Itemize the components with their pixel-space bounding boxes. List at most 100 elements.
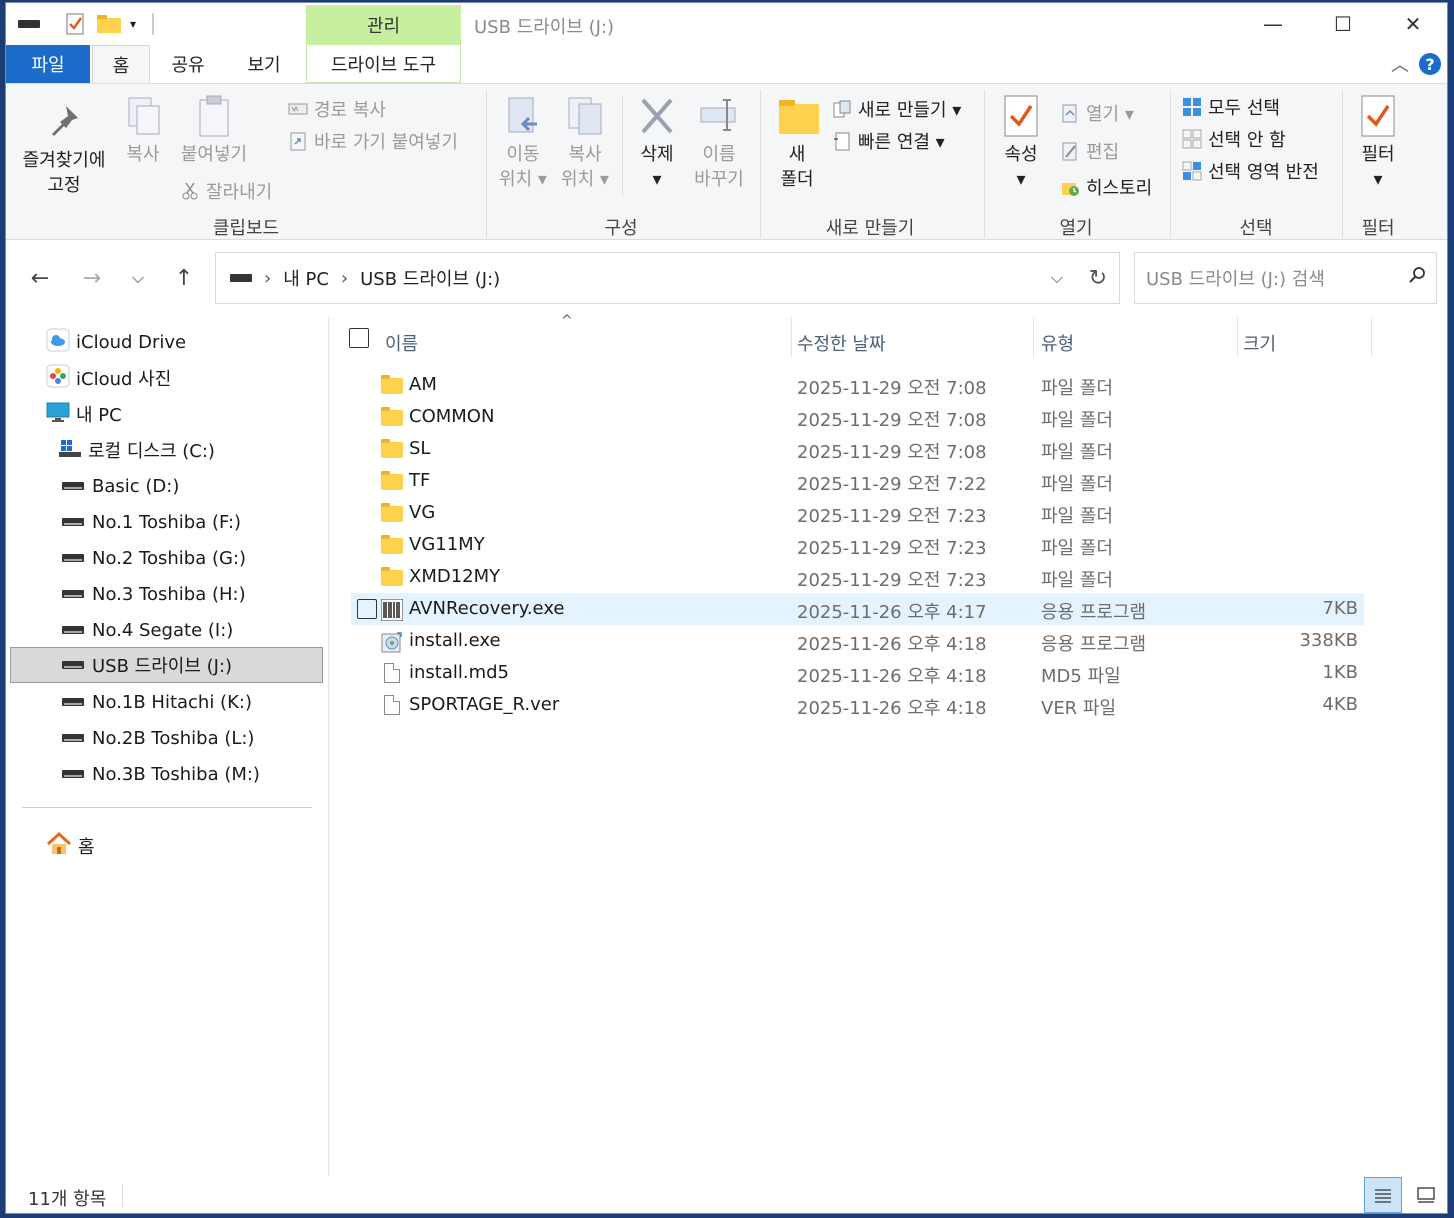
new-folder-icon	[777, 94, 819, 138]
new-folder-qat-icon[interactable]	[96, 13, 122, 35]
paste-shortcut-button[interactable]: 바로 가기 붙여넣기	[288, 128, 458, 154]
breadcrumb-separator-icon: ›	[340, 267, 349, 289]
search-box[interactable]: USB 드라이브 (J:) 검색	[1134, 252, 1437, 304]
select-all-checkbox[interactable]	[349, 328, 369, 348]
nav-drive-k[interactable]: No.1B Hitachi (K:)	[10, 684, 323, 720]
collapse-ribbon-icon[interactable]: ︿	[1391, 51, 1409, 77]
nav-label: No.1 Toshiba (F:)	[92, 511, 242, 533]
nav-drive-l[interactable]: No.2B Toshiba (L:)	[10, 720, 323, 756]
column-divider[interactable]	[1033, 317, 1034, 357]
file-type: 파일 폴더	[1041, 474, 1113, 495]
copy-path-icon	[288, 99, 308, 119]
nav-drive-d[interactable]: Basic (D:)	[10, 468, 323, 504]
move-to-button[interactable]: 이동 위치 ▾	[494, 94, 552, 192]
row-checkbox[interactable]	[357, 599, 377, 619]
tab-view[interactable]: 보기	[224, 45, 304, 83]
nav-drive-h[interactable]: No.3 Toshiba (H:)	[10, 576, 323, 612]
nav-drive-m[interactable]: No.3B Toshiba (M:)	[10, 756, 323, 792]
back-arrow-icon[interactable]: ←	[22, 263, 58, 293]
breadcrumb-this-pc[interactable]: 내 PC	[283, 265, 329, 291]
maximize-button[interactable]: ☐	[1308, 3, 1378, 45]
table-row[interactable]: install.exe 2025-11-26 오후 4:18 응용 프로그램 3…	[351, 625, 1364, 657]
column-header-type[interactable]: 유형	[1041, 325, 1074, 361]
paste-button[interactable]: 붙여넣기	[174, 94, 254, 167]
table-row[interactable]: XMD12MY 2025-11-29 오전 7:23 파일 폴더	[351, 561, 1364, 593]
file-date: 2025-11-26 오후 4:18	[797, 698, 987, 719]
nav-drive-f[interactable]: No.1 Toshiba (F:)	[10, 504, 323, 540]
easy-access-button[interactable]: 빠른 연결 ▾	[832, 128, 945, 154]
address-bar[interactable]: › 내 PC › USB 드라이브 (J:) ⌵ ↻	[215, 252, 1120, 304]
nav-drive-g[interactable]: No.2 Toshiba (G:)	[10, 540, 323, 576]
column-header-size[interactable]: 크기	[1243, 325, 1276, 361]
table-row[interactable]: SL 2025-11-29 오전 7:08 파일 폴더	[351, 433, 1364, 465]
breadcrumb-usb-drive[interactable]: USB 드라이브 (J:)	[360, 265, 500, 291]
scissors-icon	[180, 181, 200, 201]
rename-icon	[699, 94, 739, 138]
cut-button[interactable]: 잘라내기	[180, 178, 272, 204]
close-button[interactable]: ✕	[1378, 3, 1447, 45]
new-item-button[interactable]: 새로 만들기 ▾	[832, 96, 961, 122]
file-date: 2025-11-29 오전 7:23	[797, 538, 987, 559]
new-folder-button[interactable]: 새 폴더	[770, 94, 824, 192]
nav-label: Basic (D:)	[92, 475, 180, 497]
tab-drive-tools[interactable]: 드라이브 도구	[306, 45, 461, 83]
nav-drive-i[interactable]: No.4 Segate (I:)	[10, 612, 323, 648]
rename-button[interactable]: 이름 바꾸기	[690, 94, 748, 192]
large-icons-view-button[interactable]	[1408, 1177, 1444, 1213]
history-button[interactable]: 히스토리	[1060, 174, 1152, 200]
nav-icloud-drive[interactable]: iCloud Drive	[10, 324, 323, 360]
up-arrow-icon[interactable]: ↑	[166, 263, 202, 293]
table-row[interactable]: AM 2025-11-29 오전 7:08 파일 폴더	[351, 369, 1364, 401]
column-header-name[interactable]: 이름	[385, 325, 418, 361]
drive-icon	[62, 518, 84, 526]
nav-icloud-photos[interactable]: iCloud 사진	[10, 360, 323, 396]
nav-drive-j[interactable]: USB 드라이브 (J:)	[10, 647, 323, 683]
open-button[interactable]: 열기 ▾	[1060, 100, 1134, 126]
properties-button[interactable]: 속성 ▾	[994, 94, 1048, 192]
filter-button[interactable]: 필터 ▾	[1350, 94, 1406, 192]
table-row[interactable]: TF 2025-11-29 오전 7:22 파일 폴더	[351, 465, 1364, 497]
table-row[interactable]: VG 2025-11-29 오전 7:23 파일 폴더	[351, 497, 1364, 529]
minimize-button[interactable]: —	[1238, 3, 1308, 45]
delete-button[interactable]: 삭제 ▾	[628, 94, 686, 192]
file-size: 4KB	[1322, 694, 1358, 715]
select-none-button[interactable]: 선택 안 함	[1182, 126, 1286, 152]
table-row[interactable]: install.md5 2025-11-26 오후 4:18 MD5 파일 1K…	[351, 657, 1364, 689]
column-header-date[interactable]: 수정한 날짜	[797, 325, 886, 361]
nav-home[interactable]: 홈	[10, 828, 323, 864]
copy-button[interactable]: 복사	[118, 94, 168, 167]
recent-locations-chevron-icon[interactable]: ⌵	[120, 263, 156, 293]
address-dropdown-chevron-icon[interactable]: ⌵	[1051, 268, 1063, 288]
nav-this-pc[interactable]: 내 PC	[10, 396, 323, 432]
refresh-icon[interactable]: ↻	[1089, 266, 1107, 291]
table-row[interactable]: AVNRecovery.exe 2025-11-26 오후 4:17 응용 프로…	[351, 593, 1364, 625]
column-divider[interactable]	[791, 317, 792, 357]
edit-button[interactable]: 편집	[1060, 138, 1119, 164]
tab-file[interactable]: 파일	[6, 45, 90, 83]
table-row[interactable]: COMMON 2025-11-29 오전 7:08 파일 폴더	[351, 401, 1364, 433]
copy-to-button[interactable]: 복사 위치 ▾	[556, 94, 614, 192]
drive-icon	[62, 590, 84, 598]
pin-to-quick-access-button[interactable]: 즐겨찾기에 고정	[14, 100, 114, 198]
properties-qat-icon[interactable]	[64, 13, 86, 35]
copy-path-label: 경로 복사	[314, 100, 386, 121]
details-view-button[interactable]	[1364, 1177, 1402, 1213]
context-tab-manage[interactable]: 관리	[306, 5, 461, 45]
file-name: install.exe	[409, 630, 501, 651]
easy-access-icon	[832, 131, 852, 151]
select-all-button[interactable]: 모두 선택	[1182, 94, 1280, 120]
move-to-icon	[503, 94, 543, 138]
help-button[interactable]: ?	[1419, 53, 1441, 75]
file-name: AM	[409, 374, 437, 395]
table-row[interactable]: VG11MY 2025-11-29 오전 7:23 파일 폴더	[351, 529, 1364, 561]
tab-home[interactable]: 홈	[92, 45, 150, 84]
invert-selection-button[interactable]: 선택 영역 반전	[1182, 158, 1319, 184]
qat-dropdown-icon[interactable]: ▾	[126, 13, 140, 35]
tab-share[interactable]: 공유	[156, 45, 220, 83]
column-divider[interactable]	[1237, 317, 1238, 357]
table-row[interactable]: SPORTAGE_R.ver 2025-11-26 오후 4:18 VER 파일…	[351, 689, 1364, 721]
copy-path-button[interactable]: 경로 복사	[288, 96, 386, 122]
nav-drive-c[interactable]: 로컬 디스크 (C:)	[10, 432, 323, 468]
column-divider[interactable]	[1371, 317, 1372, 357]
forward-arrow-icon[interactable]: →	[74, 263, 110, 293]
